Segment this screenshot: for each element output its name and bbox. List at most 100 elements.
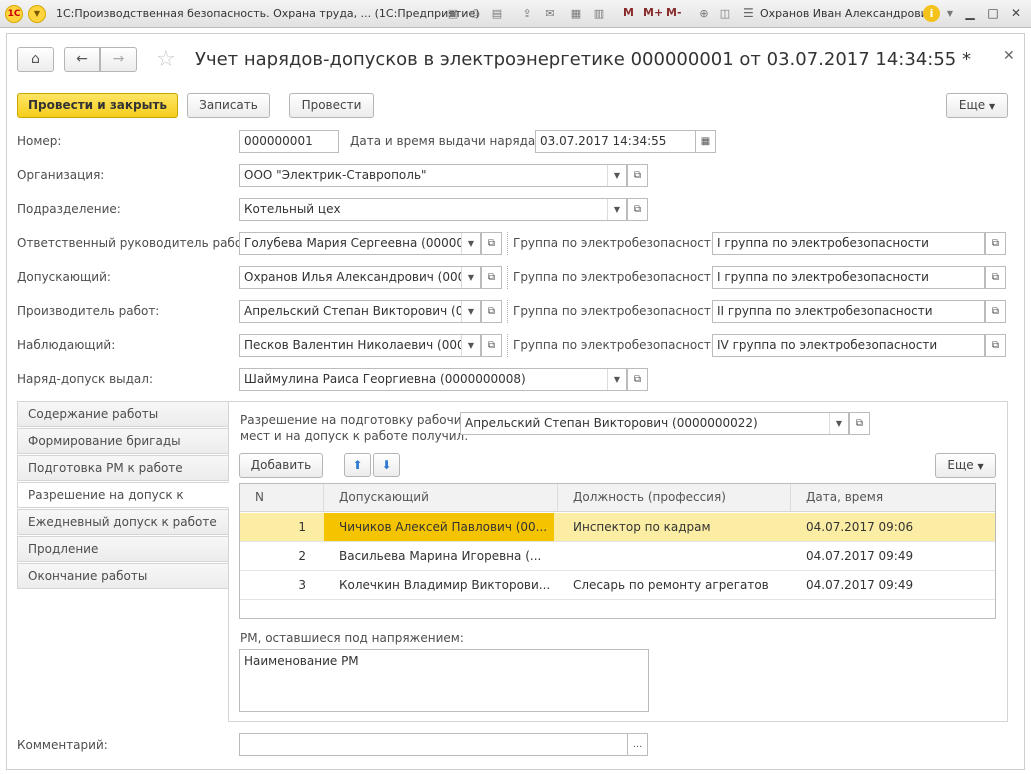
permission-received-field[interactable]: Апрельский Степан Викторович (0000000022… [460,412,849,435]
tab-workplace-preparation[interactable]: Подготовка РМ к работе [17,455,229,481]
column-header-admitting[interactable]: Допускающий [324,484,558,512]
minimize-icon[interactable]: ▁ [960,4,980,22]
attach-icon[interactable]: ⇪ [518,5,536,22]
open-observer-icon[interactable]: ⧉ [481,334,502,357]
close-window-icon[interactable]: ✕ [1006,4,1026,22]
chevron-down-icon[interactable]: ▼ [461,233,480,254]
department-label: Подразделение: [17,202,121,216]
calendar-icon[interactable]: ▥ [590,5,608,22]
close-form-icon[interactable]: ✕ [1003,48,1015,64]
arrow-up-icon: ⬆ [352,458,363,472]
group-field-admitting[interactable]: I группа по электробезопасности [712,266,985,289]
work-producer-field[interactable]: Апрельский Степан Викторович (000 ▼ [239,300,481,323]
zoom-icon[interactable]: ⊕ [695,5,713,22]
info-icon[interactable]: i [923,5,940,22]
observer-field[interactable]: Песков Валентин Николаевич (0000 ▼ [239,334,481,357]
open-group-icon[interactable]: ⧉ [985,266,1006,289]
move-up-button[interactable]: ⬆ [344,453,371,477]
chevron-down-icon[interactable]: ▼ [461,335,480,356]
observer-value: Песков Валентин Николаевич (0000 [244,338,473,352]
table-more-button[interactable]: Еще ▼ [935,453,996,478]
open-work-producer-icon[interactable]: ⧉ [481,300,502,323]
table-row[interactable]: 2 Васильева Марина Игоревна (... 04.07.2… [240,542,995,571]
add-row-button[interactable]: Добавить [239,453,323,478]
chevron-down-icon[interactable]: ▼ [461,301,480,322]
chevron-down-icon[interactable]: ▼ [607,369,626,390]
forward-button[interactable]: → [100,47,137,72]
organization-value: ООО "Электрик-Ставрополь" [244,168,427,182]
page-title: Учет нарядов-допусков в электроэнергетик… [195,49,971,70]
tab-admission-permission[interactable]: Разрешение на допуск к работе [17,482,229,526]
column-header-n[interactable]: N [240,484,324,512]
post-button[interactable]: Провести [289,93,374,118]
comment-select-button[interactable]: ... [627,733,648,756]
row-datetime: 04.07.2017 09:49 [806,578,914,592]
open-organization-icon[interactable]: ⧉ [627,164,648,187]
maximize-icon[interactable]: □ [983,4,1003,22]
chevron-down-icon[interactable]: ▼ [607,199,626,220]
memory-button[interactable]: M [623,6,634,19]
responsible-manager-field[interactable]: Голубева Мария Сергеевна (00000 ▼ [239,232,481,255]
open-group-icon[interactable]: ⧉ [985,232,1006,255]
calendar-picker-icon[interactable]: ▦ [695,130,716,153]
group-field-producer[interactable]: II группа по электробезопасности [712,300,985,323]
group-field-observer[interactable]: IV группа по электробезопасности [712,334,985,357]
open-group-icon[interactable]: ⧉ [985,300,1006,323]
calculator-icon[interactable]: ▦ [567,5,585,22]
department-field[interactable]: Котельный цех ▼ [239,198,627,221]
tab-daily-admission[interactable]: Ежедневный допуск к работе [17,509,229,535]
post-and-close-button[interactable]: Провести и закрыть [17,93,178,118]
datetime-field[interactable]: 03.07.2017 14:34:55 [535,130,696,153]
print-icon[interactable]: ⎙ [466,5,484,22]
chevron-down-icon[interactable]: ▼ [461,267,480,288]
column-header-datetime[interactable]: Дата, время [791,484,995,512]
rm-textarea[interactable]: Наименование РМ [239,649,649,712]
number-field[interactable]: 000000001 [239,130,339,153]
row-position [558,542,788,570]
open-responsible-manager-icon[interactable]: ⧉ [481,232,502,255]
group-field-manager[interactable]: I группа по электробезопасности [712,232,985,255]
permission-label-line1: Разрешение на подготовку рабочих [240,413,469,427]
current-user[interactable]: Охранов Иван Александрович [760,7,934,20]
panel-icon[interactable]: ◫ [716,5,734,22]
memory-minus-button[interactable]: M- [666,6,682,19]
home-button[interactable]: ⌂ [17,47,54,72]
back-button[interactable]: ← [64,47,100,72]
row-person[interactable]: Чичиков Алексей Павлович (00... [324,513,554,541]
tab-work-completion[interactable]: Окончание работы [17,563,229,589]
chevron-down-icon[interactable]: ▼ [829,413,848,434]
divider [507,232,508,255]
table-row[interactable]: 1 Чичиков Алексей Павлович (00... Инспек… [240,513,995,542]
issued-by-field[interactable]: Шаймулина Раиса Георгиевна (0000000008) ▼ [239,368,627,391]
preview-icon[interactable]: ▤ [488,5,506,22]
favorite-star-icon[interactable]: ☆ [156,47,176,72]
chevron-down-icon[interactable]: ▼ [941,5,959,22]
main-menu-icon[interactable]: ▼ [28,5,46,23]
save-icon[interactable]: ▣ [444,5,462,22]
tab-extension[interactable]: Продление [17,536,229,562]
tab-work-content[interactable]: Содержание работы [17,401,229,427]
organization-label: Организация: [17,168,105,182]
admitting-field[interactable]: Охранов Илья Александрович (0000 ▼ [239,266,481,289]
organization-field[interactable]: ООО "Электрик-Ставрополь" ▼ [239,164,627,187]
open-permission-icon[interactable]: ⧉ [849,412,870,435]
chevron-down-icon[interactable]: ▼ [607,165,626,186]
open-issued-by-icon[interactable]: ⧉ [627,368,648,391]
tab-team-formation[interactable]: Формирование бригады [17,428,229,454]
comment-label: Комментарий: [17,738,108,752]
app-logo-icon[interactable]: 1С [5,5,23,23]
window-titlebar: 1С ▼ 1С:Производственная безопасность. О… [0,0,1031,28]
write-button[interactable]: Записать [187,93,270,118]
mail-icon[interactable]: ✉ [541,5,559,22]
open-department-icon[interactable]: ⧉ [627,198,648,221]
open-admitting-icon[interactable]: ⧉ [481,266,502,289]
move-down-button[interactable]: ⬇ [373,453,400,477]
comment-field[interactable] [239,733,628,756]
table-row[interactable]: 3 Колечкин Владимир Викторови... Слесарь… [240,571,995,600]
more-button[interactable]: Еще ▼ [946,93,1008,118]
memory-plus-button[interactable]: M+ [643,6,663,19]
group-label: Группа по электробезопасности: [513,304,723,318]
admitting-table[interactable]: N Допускающий Должность (профессия) Дата… [239,483,996,619]
column-header-position[interactable]: Должность (профессия) [558,484,791,512]
open-group-icon[interactable]: ⧉ [985,334,1006,357]
